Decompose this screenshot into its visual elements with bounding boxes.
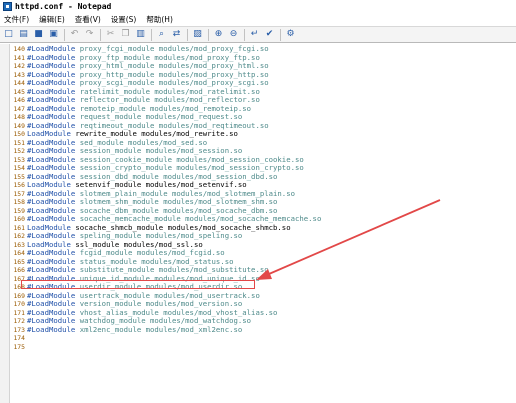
- save-icon[interactable]: ■: [33, 29, 44, 40]
- zoom-out-icon[interactable]: ⊖: [228, 29, 239, 40]
- annotation-arrow: [256, 199, 441, 280]
- title-bar: httpd.conf - Notepad: [0, 0, 516, 12]
- zoom-in-icon[interactable]: ⊕: [213, 29, 224, 40]
- copy-icon[interactable]: ❐: [120, 29, 131, 40]
- cut-icon[interactable]: ✂: [105, 29, 116, 40]
- menu-bar: 文件(F) 编辑(E) 查看(V) 设置(S) 帮助(H): [0, 13, 516, 25]
- menu-help[interactable]: 帮助(H): [146, 14, 173, 25]
- new-file-icon[interactable]: □: [3, 29, 14, 40]
- toolbar-separator: [208, 28, 209, 41]
- settings-icon[interactable]: ⚙: [285, 29, 296, 40]
- arrow-head: [256, 269, 272, 280]
- toolbar-separator: [244, 28, 245, 41]
- notepad-app-icon: [3, 1, 12, 11]
- goto-icon[interactable]: ▨: [192, 29, 203, 40]
- toolbar-separator: [280, 28, 281, 41]
- replace-icon[interactable]: ⇄: [171, 29, 182, 40]
- menu-view[interactable]: 查看(V): [75, 14, 101, 25]
- menu-edit[interactable]: 编辑(E): [39, 14, 65, 25]
- undo-icon[interactable]: ↶: [69, 29, 80, 40]
- toolbar-separator: [187, 28, 188, 41]
- open-file-icon[interactable]: ▤: [18, 29, 29, 40]
- window-title: httpd.conf - Notepad: [15, 1, 112, 11]
- menu-settings[interactable]: 设置(S): [111, 14, 137, 25]
- redo-icon[interactable]: ↷: [84, 29, 95, 40]
- word-wrap-icon[interactable]: ↵: [249, 29, 260, 40]
- editor[interactable]: 140 #LoadModule proxy_fcgi_module modules…: [0, 44, 516, 403]
- save-all-icon[interactable]: ▣: [48, 29, 59, 40]
- arrow-shaft: [261, 199, 441, 278]
- scheme-icon[interactable]: ✔: [264, 29, 275, 40]
- toolbar-separator: [100, 28, 101, 41]
- toolbar-separator: [151, 28, 152, 41]
- paste-icon[interactable]: ▥: [135, 29, 146, 40]
- toolbar-separator: [64, 28, 65, 41]
- find-icon[interactable]: ⌕: [156, 29, 167, 40]
- menu-file[interactable]: 文件(F): [4, 14, 29, 25]
- toolbar: □ ▤ ■ ▣ ↶ ↷ ✂ ❐ ▥ ⌕ ⇄ ▨ ⊕ ⊖ ↵ ✔ ⚙: [0, 26, 516, 43]
